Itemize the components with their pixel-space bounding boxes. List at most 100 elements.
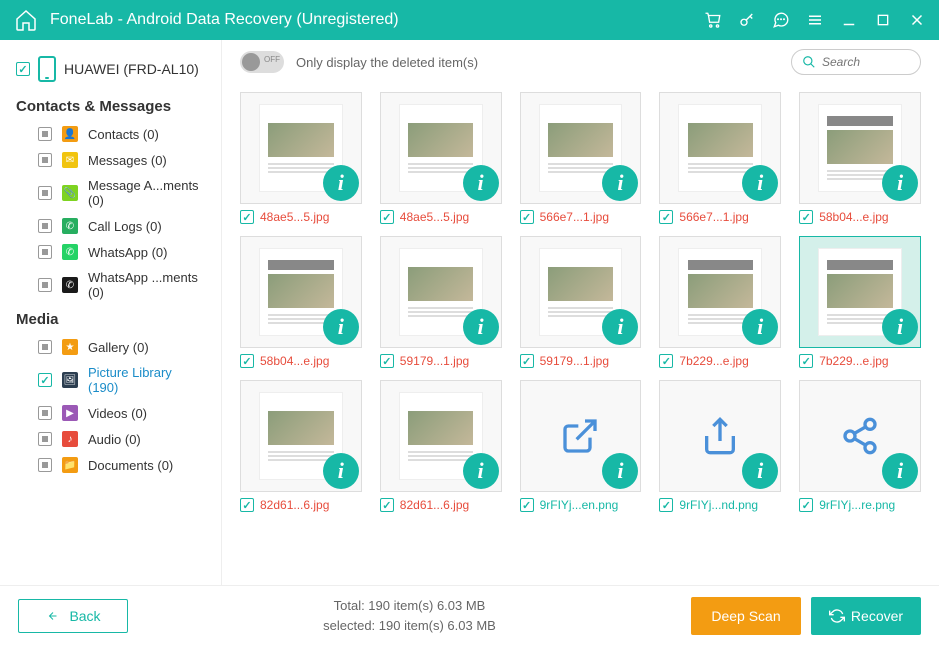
checkbox[interactable]	[38, 245, 52, 259]
thumb[interactable]: i	[799, 380, 921, 492]
thumb-checkbox[interactable]	[240, 210, 254, 224]
info-badge-icon[interactable]: i	[602, 165, 638, 201]
checkbox[interactable]	[38, 432, 52, 446]
checkbox[interactable]	[38, 373, 52, 387]
thumb-item[interactable]: i59179...1.jpg	[380, 236, 502, 368]
sidebar-item-videos[interactable]: ▶Videos (0)	[0, 400, 221, 426]
sidebar-item-contacts[interactable]: 👤Contacts (0)	[0, 121, 221, 147]
thumb-checkbox[interactable]	[380, 498, 394, 512]
checkbox[interactable]	[38, 458, 52, 472]
thumb-checkbox[interactable]	[520, 210, 534, 224]
thumb-checkbox[interactable]	[659, 354, 673, 368]
thumb-filename: 9rFIYj...nd.png	[679, 498, 758, 512]
thumb-item[interactable]: i48ae5...5.jpg	[380, 92, 502, 224]
info-badge-icon[interactable]: i	[882, 309, 918, 345]
info-badge-icon[interactable]: i	[323, 309, 359, 345]
device-row[interactable]: HUAWEI (FRD-AL10)	[0, 52, 221, 92]
info-badge-icon[interactable]: i	[602, 453, 638, 489]
checkbox[interactable]	[38, 153, 52, 167]
back-button[interactable]: Back	[18, 599, 128, 633]
thumb[interactable]: i	[240, 380, 362, 492]
checkbox[interactable]	[38, 340, 52, 354]
sidebar-item-documents[interactable]: 📁Documents (0)	[0, 452, 221, 478]
minimize-icon[interactable]	[839, 10, 859, 30]
thumb[interactable]: i	[240, 236, 362, 348]
sidebar-item-audio[interactable]: ♪Audio (0)	[0, 426, 221, 452]
sidebar-item-picture-library[interactable]: 🖼Picture Library (190)	[0, 360, 221, 400]
key-icon[interactable]	[737, 10, 757, 30]
close-icon[interactable]	[907, 10, 927, 30]
thumb-checkbox[interactable]	[240, 498, 254, 512]
thumb-checkbox[interactable]	[799, 498, 813, 512]
home-icon[interactable]	[12, 6, 40, 34]
chat-icon[interactable]	[771, 10, 791, 30]
thumb-caption: 566e7...1.jpg	[520, 204, 642, 224]
thumb[interactable]: i	[520, 92, 642, 204]
deep-scan-button[interactable]: Deep Scan	[691, 597, 801, 635]
thumb[interactable]: i	[380, 236, 502, 348]
recover-button[interactable]: Recover	[811, 597, 921, 635]
search-input[interactable]	[822, 55, 902, 69]
thumb-item[interactable]: i58b04...e.jpg	[240, 236, 362, 368]
sidebar-item-whatsapp-attach[interactable]: ✆WhatsApp ...ments (0)	[0, 265, 221, 305]
thumb[interactable]: i	[240, 92, 362, 204]
thumb-checkbox[interactable]	[380, 210, 394, 224]
thumb-item[interactable]: i82d61...6.jpg	[240, 380, 362, 512]
thumb[interactable]: i	[520, 380, 642, 492]
info-badge-icon[interactable]: i	[463, 309, 499, 345]
info-badge-icon[interactable]: i	[882, 453, 918, 489]
info-badge-icon[interactable]: i	[323, 453, 359, 489]
thumb-checkbox[interactable]	[799, 354, 813, 368]
thumb-item[interactable]: i7b229...e.jpg	[799, 236, 921, 368]
menu-icon[interactable]	[805, 10, 825, 30]
thumb-item[interactable]: i9rFIYj...en.png	[520, 380, 642, 512]
thumb-checkbox[interactable]	[659, 210, 673, 224]
thumb-item[interactable]: i566e7...1.jpg	[659, 92, 781, 224]
thumb[interactable]: i	[659, 380, 781, 492]
sidebar-item-messages[interactable]: ✉Messages (0)	[0, 147, 221, 173]
checkbox[interactable]	[38, 406, 52, 420]
info-badge-icon[interactable]: i	[602, 309, 638, 345]
info-badge-icon[interactable]: i	[323, 165, 359, 201]
thumb-checkbox[interactable]	[799, 210, 813, 224]
thumb[interactable]: i	[799, 92, 921, 204]
thumb-checkbox[interactable]	[240, 354, 254, 368]
thumb-item[interactable]: i48ae5...5.jpg	[240, 92, 362, 224]
thumb[interactable]: i	[659, 92, 781, 204]
cart-icon[interactable]	[703, 10, 723, 30]
thumb-item[interactable]: i82d61...6.jpg	[380, 380, 502, 512]
thumb-item[interactable]: i58b04...e.jpg	[799, 92, 921, 224]
info-badge-icon[interactable]: i	[463, 165, 499, 201]
thumb[interactable]: i	[520, 236, 642, 348]
thumb-checkbox[interactable]	[380, 354, 394, 368]
thumb[interactable]: i	[659, 236, 781, 348]
info-badge-icon[interactable]: i	[742, 309, 778, 345]
checkbox[interactable]	[38, 219, 52, 233]
info-badge-icon[interactable]: i	[742, 453, 778, 489]
thumb[interactable]: i	[380, 92, 502, 204]
checkbox[interactable]	[38, 278, 52, 292]
thumb-checkbox[interactable]	[659, 498, 673, 512]
info-badge-icon[interactable]: i	[742, 165, 778, 201]
thumb-checkbox[interactable]	[520, 354, 534, 368]
sidebar-item-whatsapp[interactable]: ✆WhatsApp (0)	[0, 239, 221, 265]
thumb-item[interactable]: i 566e7...1.jpg	[520, 92, 642, 224]
thumb-checkbox[interactable]	[520, 498, 534, 512]
sidebar-item-gallery[interactable]: ★Gallery (0)	[0, 334, 221, 360]
sidebar-item-msg-attach[interactable]: 📎Message A...ments (0)	[0, 173, 221, 213]
deleted-toggle[interactable]: OFF	[240, 51, 284, 73]
checkbox[interactable]	[38, 127, 52, 141]
device-checkbox[interactable]	[16, 62, 30, 76]
sidebar-item-calllogs[interactable]: ✆Call Logs (0)	[0, 213, 221, 239]
checkbox[interactable]	[38, 186, 52, 200]
maximize-icon[interactable]	[873, 10, 893, 30]
info-badge-icon[interactable]: i	[463, 453, 499, 489]
info-badge-icon[interactable]: i	[882, 165, 918, 201]
thumb-item[interactable]: i 9rFIYj...nd.png	[659, 380, 781, 512]
thumb-item[interactable]: i9rFIYj...re.png	[799, 380, 921, 512]
thumb[interactable]: i	[799, 236, 921, 348]
thumb[interactable]: i	[380, 380, 502, 492]
thumb-item[interactable]: i7b229...e.jpg	[659, 236, 781, 368]
thumb-item[interactable]: i59179...1.jpg	[520, 236, 642, 368]
search-box[interactable]	[791, 49, 921, 75]
